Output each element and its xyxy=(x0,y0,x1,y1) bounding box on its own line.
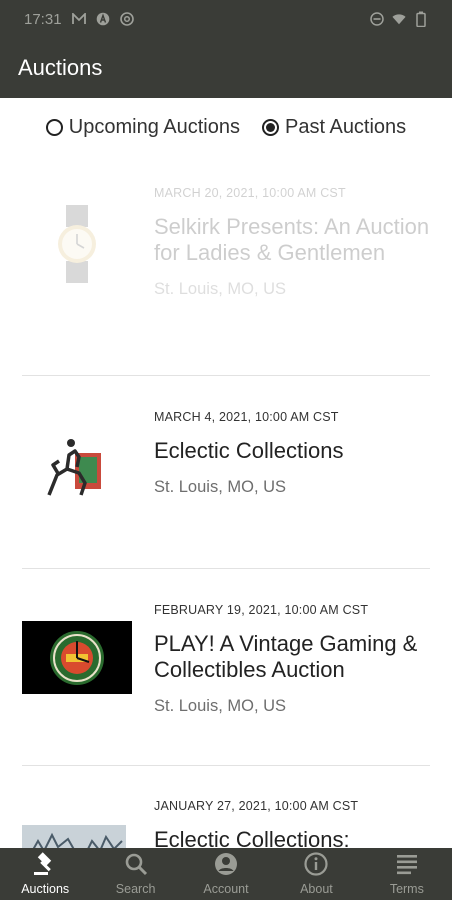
m-icon xyxy=(71,12,86,26)
radio-unchecked-icon[interactable] xyxy=(45,118,63,136)
auction-date: FEBRUARY 19, 2021, 10:00 AM CST xyxy=(154,603,369,617)
page-title: Auctions xyxy=(18,55,103,80)
radio-label: Past Auctions xyxy=(285,115,407,138)
a-icon xyxy=(96,12,110,26)
wifi-icon xyxy=(392,12,406,26)
auction-title[interactable]: PLAY! A Vintage Gaming & Collectibles Au… xyxy=(154,631,436,683)
nav-label: About xyxy=(300,882,333,896)
divider xyxy=(22,375,430,376)
radio-past-auctions[interactable]: Past Auctions xyxy=(262,116,406,139)
search-icon xyxy=(123,852,149,879)
auction-meta: MARCH 20, 2021, 10:00 AM CST Selkirk Pre… xyxy=(154,186,436,299)
nav-about[interactable]: About xyxy=(271,848,361,900)
auction-list-item[interactable]: FEBRUARY 19, 2021, 10:00 AM CST PLAY! A … xyxy=(0,603,452,763)
auction-location: St. Louis, MO, US xyxy=(154,697,287,715)
auction-date: MARCH 20, 2021, 10:00 AM CST xyxy=(154,186,346,200)
nav-account[interactable]: Account xyxy=(181,848,271,900)
auction-title[interactable]: Selkirk Presents: An Auction for Ladies … xyxy=(154,214,436,266)
horse-statue-image xyxy=(22,428,132,508)
auction-list-item[interactable]: MARCH 20, 2021, 10:00 AM CST Selkirk Pre… xyxy=(0,186,452,376)
radio-checked-icon[interactable] xyxy=(262,118,279,136)
radio-upcoming-auctions[interactable]: Upcoming Auctions xyxy=(45,115,240,139)
auction-filter: Upcoming Auctions Past Auctions xyxy=(0,98,452,156)
auction-location: St. Louis, MO, US xyxy=(154,280,287,298)
auction-meta: MARCH 4, 2021, 10:00 AM CST Eclectic Col… xyxy=(154,410,436,497)
bottom-navigation: Auctions Search Account About Terms xyxy=(0,848,452,900)
app-bar: Auctions xyxy=(0,38,452,98)
status-time: 17:31 xyxy=(24,10,62,28)
nav-label: Search xyxy=(115,882,156,896)
auction-title[interactable]: Eclectic Collections xyxy=(154,438,436,464)
auction-date: MARCH 4, 2021, 10:00 AM CST xyxy=(154,410,339,424)
radio-label: Upcoming Auctions xyxy=(68,115,240,138)
gavel-icon xyxy=(32,852,58,879)
auction-location: St. Louis, MO, US xyxy=(154,478,287,496)
nav-label: Account xyxy=(203,882,249,896)
terms-icon xyxy=(394,852,420,879)
divider xyxy=(22,765,430,766)
auction-list-item[interactable]: JANUARY 27, 2021, 10:00 AM CST Eclectic … xyxy=(0,799,452,848)
status-bar: 17:31 xyxy=(0,0,452,38)
auction-date: JANUARY 27, 2021, 10:00 AM CST xyxy=(154,799,359,813)
gaming-clock-image xyxy=(22,621,132,694)
account-icon xyxy=(213,852,239,879)
auction-meta: JANUARY 27, 2021, 10:00 AM CST Eclectic … xyxy=(154,799,436,848)
nav-search[interactable]: Search xyxy=(90,848,180,900)
auction-meta: FEBRUARY 19, 2021, 10:00 AM CST PLAY! A … xyxy=(154,603,436,716)
battery-icon xyxy=(414,11,428,27)
at-icon xyxy=(119,12,134,26)
nav-label: Terms xyxy=(389,882,424,896)
nav-auctions[interactable]: Auctions xyxy=(0,848,90,900)
auction-list: MARCH 20, 2021, 10:00 AM CST Selkirk Pre… xyxy=(0,156,452,848)
auction-list-item[interactable]: MARCH 4, 2021, 10:00 AM CST Eclectic Col… xyxy=(0,410,452,570)
divider xyxy=(22,568,430,569)
print-image xyxy=(22,825,132,848)
info-icon xyxy=(303,852,329,879)
do-not-disturb-icon xyxy=(370,12,384,26)
nav-terms[interactable]: Terms xyxy=(362,848,452,900)
nav-label: Auctions xyxy=(21,882,70,896)
watch-image xyxy=(22,204,132,284)
auction-title[interactable]: Eclectic Collections: xyxy=(154,827,436,848)
